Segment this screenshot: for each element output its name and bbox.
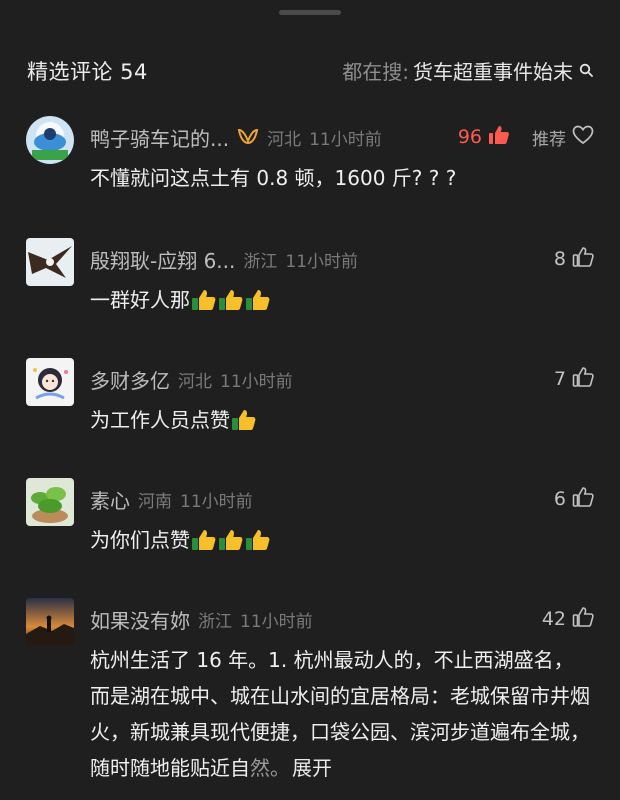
username[interactable]: 多财多亿 [90,365,170,394]
like-count: 7 [553,368,566,390]
heart-icon[interactable] [572,125,594,149]
avatar[interactable] [26,598,74,646]
comment-text: 杭州生活了 16 年。1. 杭州最动人的，不止西湖盛名，而是湖在城中、城在山水间… [90,648,590,780]
recommend-label[interactable]: 推荐 [532,125,566,150]
comment-body: 为工作人员点赞 [90,402,590,438]
comment-item: 鸭子骑车记的... 河北 11小时前 96 推荐 不懂就问这点土有 0.8 顿，… [0,116,620,234]
username[interactable]: 如果没有妳 [90,605,190,634]
like-count: 8 [553,248,566,270]
thumbs-up-emoji [218,528,244,552]
timestamp: 11小时前 [240,611,313,632]
comments-title: 精选评论 54 [27,60,148,84]
like-count: 42 [541,608,566,630]
timestamp: 11小时前 [180,491,253,512]
thumbs-up-icon[interactable] [572,486,594,512]
username[interactable]: 殷翔耿-应翔 6... [90,245,235,274]
comment-text: 不懂就问这点土有 0.8 顿，1600 斤? ? ? [90,166,457,190]
trending-search[interactable]: 都在搜: 货车超重事件始末 [342,56,594,85]
timestamp: 11小时前 [220,371,293,392]
timestamp: 11小时前 [309,129,382,150]
location: 浙江 [198,611,232,632]
comments-header: 精选评论 54 都在搜: 货车超重事件始末 [0,40,620,96]
search-icon[interactable] [579,63,594,78]
like-count: 96 [457,126,482,148]
thumbs-up-emoji [245,528,271,552]
timestamp: 11小时前 [285,251,359,272]
thumbs-up-emoji [218,288,244,312]
thumbs-up-filled-icon[interactable] [488,124,510,150]
thumbs-up-emoji [245,288,271,312]
thumbs-up-icon[interactable] [572,606,594,632]
trending-search-prefix: 都在搜: [342,60,409,84]
comment-item: 如果没有妳 浙江 11小时前 42 杭州生活了 16 年。1. 杭州最动人的，不… [0,598,620,798]
location: 河南 [138,491,172,512]
fan-badge-icon [237,128,259,146]
comment-text-fade: 然。 [250,756,290,780]
location: 浙江 [243,251,278,272]
comment-text: 为工作人员点赞 [90,408,230,432]
comment-item: 殷翔耿-应翔 6... 浙江 11小时前 8 一群好人那 [0,238,620,356]
like-count: 6 [553,488,566,510]
location: 河北 [178,371,212,392]
thumbs-up-emoji [231,408,257,432]
thumbs-up-emoji [191,288,217,312]
comment-body: 为你们点赞 [90,522,590,558]
comment-text: 一群好人那 [90,288,190,312]
username[interactable]: 素心 [90,485,130,514]
thumbs-up-icon[interactable] [572,246,594,272]
sheet-grabber[interactable] [279,10,341,15]
thumbs-up-emoji [191,528,217,552]
comment-body: 杭州生活了 16 年。1. 杭州最动人的，不止西湖盛名，而是湖在城中、城在山水间… [90,642,590,786]
avatar[interactable] [26,358,74,406]
expand-button[interactable]: 展开 [292,756,332,780]
comment-item: 素心 河南 11小时前 6 为你们点赞 [0,478,620,596]
thumbs-up-icon[interactable] [572,366,594,392]
comment-body: 一群好人那 [90,282,590,318]
username[interactable]: 鸭子骑车记的... [90,123,229,152]
avatar[interactable] [26,238,74,286]
comment-item: 多财多亿 河北 11小时前 7 为工作人员点赞 [0,358,620,476]
avatar[interactable] [26,478,74,526]
trending-search-term[interactable]: 货车超重事件始末 [413,56,573,85]
avatar[interactable] [26,116,74,164]
location: 河北 [267,129,302,150]
comment-text: 为你们点赞 [90,528,190,552]
